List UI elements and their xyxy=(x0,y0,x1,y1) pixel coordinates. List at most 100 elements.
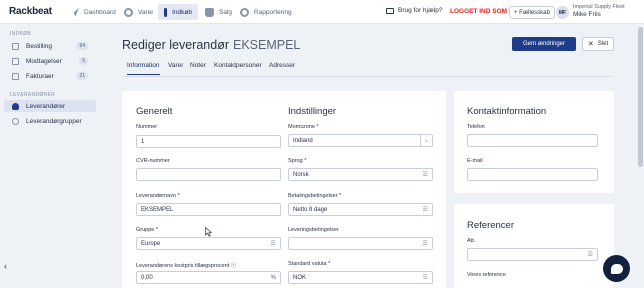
language-value: Norsk xyxy=(293,171,309,178)
sidebar-section-purchase: INDKØB xyxy=(10,31,31,37)
language-select[interactable]: Norsk ☰ xyxy=(288,168,433,181)
nav-rapportering-label: Rapportering xyxy=(254,8,292,16)
sidebar-section-suppliers: LEVERANDØRER xyxy=(10,92,55,98)
sidebar: INDKØB Bestilling 64 Modtagelser 5 Faktu… xyxy=(0,25,100,288)
sidebar-item-label: Modtagelser xyxy=(26,57,62,65)
currency-value: NOK xyxy=(293,274,307,281)
help-label: Brug for hjælp? xyxy=(398,7,443,14)
number-field[interactable]: 1 xyxy=(136,135,281,148)
delivery-terms-label: Leveringsbetingelser xyxy=(288,227,339,233)
percent-suffix: % xyxy=(270,274,276,281)
tab-notes[interactable]: Noter xyxy=(190,62,206,75)
sidebar-item-suppliers[interactable]: Leverandører xyxy=(4,100,96,112)
list-icon: ☰ xyxy=(422,241,428,247)
avatar[interactable]: MF xyxy=(556,6,569,19)
gear-icon xyxy=(124,7,133,17)
chat-widget-button[interactable] xyxy=(603,255,630,282)
nav-indkob[interactable]: Indkøb xyxy=(158,4,198,20)
supplier-name-label: Leverandørnavn * xyxy=(136,193,180,199)
references-section-title: Referencer xyxy=(467,220,514,231)
nav-varer-label: Varer xyxy=(138,8,154,16)
tab-contact-persons[interactable]: Kontaktpersoner xyxy=(214,62,262,75)
delete-button[interactable]: ✕ Slet xyxy=(582,37,614,51)
top-navigation-bar: Rackbeat Dashboard Varer Indkøb Salg Rap… xyxy=(0,0,644,24)
vat-zone-select[interactable]: Indland ⌄ xyxy=(288,134,433,147)
collapse-sidebar-icon[interactable]: ‹ xyxy=(4,261,7,271)
email-field[interactable] xyxy=(467,168,598,181)
sidebar-item-invoices[interactable]: Fakturaer 21 xyxy=(4,70,96,82)
cart-icon xyxy=(164,7,168,17)
sidebar-item-supplier-groups[interactable]: Leverandørgrupper xyxy=(4,115,96,127)
chat-icon xyxy=(610,263,623,274)
vat-zone-value: Indland xyxy=(293,137,313,144)
app-logo[interactable]: Rackbeat xyxy=(9,6,52,17)
group-label: Gruppe * xyxy=(136,227,159,233)
att-label: Att. xyxy=(467,238,476,244)
help-link[interactable]: Brug for hjælp? xyxy=(386,7,442,14)
sidebar-item-receipts[interactable]: Modtagelser 5 xyxy=(4,55,96,67)
payment-terms-select[interactable]: Netto 8 dage ☰ xyxy=(288,203,433,216)
count-badge: 21 xyxy=(76,72,88,80)
cvr-label: CVR-nummer xyxy=(136,158,170,164)
page-subtitle: EKSEMPEL xyxy=(233,38,301,52)
invoice-icon xyxy=(12,72,19,80)
inbox-icon xyxy=(12,57,19,65)
supplier-info-card: Generelt Nummer 1 CVR-nummer Leverandørn… xyxy=(122,91,446,288)
our-reference-label: Vores reference xyxy=(467,272,506,278)
nav-dashboard[interactable]: Dashboard xyxy=(70,4,116,20)
nav-varer[interactable]: Varer xyxy=(124,4,153,20)
settings-section-title: Indstillinger xyxy=(288,106,337,117)
sidebar-item-orders[interactable]: Bestilling 64 xyxy=(4,40,96,52)
delivery-terms-select[interactable]: ☰ xyxy=(288,237,433,250)
delete-button-label: Slet xyxy=(597,41,609,47)
sidebar-item-label: Bestilling xyxy=(26,42,53,50)
page-title: Rediger leverandør EKSEMPEL xyxy=(122,38,300,52)
general-section-title: Generelt xyxy=(136,106,173,117)
group-icon xyxy=(12,117,19,125)
vat-zone-label: Momszone * xyxy=(288,124,319,130)
sidebar-item-label: Fakturaer xyxy=(26,72,54,80)
att-select[interactable]: ☰ xyxy=(467,248,598,261)
list-icon: ☰ xyxy=(422,207,428,213)
mouse-cursor-icon xyxy=(205,227,212,237)
payment-terms-value: Netto 8 dage xyxy=(293,206,328,213)
language-label: Sprog * xyxy=(288,158,307,164)
list-icon: ☰ xyxy=(422,172,428,178)
person-icon xyxy=(12,102,19,110)
nav-salg-label: Salg xyxy=(219,8,233,16)
document-icon xyxy=(12,42,19,50)
bag-icon xyxy=(205,7,214,17)
nav-rapportering[interactable]: Rapportering xyxy=(240,4,292,20)
contact-info-card: Kontaktinformation Telefon E-mail xyxy=(454,91,614,193)
contact-section-title: Kontaktinformation xyxy=(467,106,547,117)
payment-terms-label: Betalingsbetingelser * xyxy=(288,193,342,199)
cvr-field[interactable] xyxy=(136,168,281,181)
tab-addresses[interactable]: Adresser xyxy=(269,62,295,75)
list-icon: ☰ xyxy=(422,275,428,281)
currency-select[interactable]: NOK ☰ xyxy=(288,271,433,284)
nav-salg[interactable]: Salg xyxy=(205,4,232,20)
close-icon: ✕ xyxy=(587,41,594,48)
save-button[interactable]: Gem ændringer xyxy=(512,37,576,51)
book-icon xyxy=(386,7,394,14)
count-badge: 64 xyxy=(76,42,88,50)
user-name[interactable]: Mike Friis xyxy=(573,11,601,18)
cost-percentage-field[interactable]: 0,00 % xyxy=(136,271,281,284)
chevron-down-icon: ⌄ xyxy=(420,135,432,146)
nav-dashboard-label: Dashboard xyxy=(84,8,116,16)
phone-field[interactable] xyxy=(467,134,598,147)
supplier-name-field[interactable]: EKSEMPEL xyxy=(136,203,281,216)
number-value: 1 xyxy=(141,138,145,145)
page-scrollbar-thumb[interactable] xyxy=(638,27,643,167)
group-select[interactable]: Europe ☰ xyxy=(136,237,281,250)
clock-icon xyxy=(240,7,249,17)
sidebar-item-label: Leverandørgrupper xyxy=(26,117,82,125)
tab-items[interactable]: Varer xyxy=(168,62,183,75)
dashboard-icon xyxy=(70,7,79,17)
company-name: Imperial Supply Fleet xyxy=(573,4,625,10)
number-label: Nummer xyxy=(136,124,158,130)
community-button[interactable]: + Fællesskab xyxy=(509,6,555,19)
logged-in-as-indicator[interactable]: LOGGET IND SOM xyxy=(450,8,507,15)
tab-information[interactable]: Information xyxy=(127,62,160,75)
list-icon: ☰ xyxy=(270,241,276,247)
